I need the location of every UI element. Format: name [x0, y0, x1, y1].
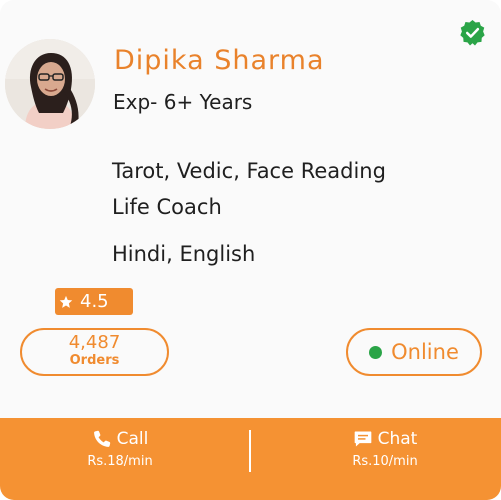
languages-text: Hindi, English [112, 242, 256, 266]
role-text: Life Coach [112, 195, 222, 219]
rating-badge: 4.5 [55, 288, 133, 315]
chat-price: Rs.10/min [352, 454, 418, 469]
chat-button[interactable]: Chat Rs.10/min [285, 426, 485, 469]
action-bar: Call Rs.18/min Chat Rs.10/min [0, 418, 501, 500]
call-label: Call [116, 429, 149, 449]
online-status-pill: Online [346, 328, 482, 376]
orders-count: 4,487 [68, 332, 121, 353]
call-button[interactable]: Call Rs.18/min [20, 426, 220, 469]
chat-bubble-icon [354, 431, 371, 447]
skills-text: Tarot, Vedic, Face Reading [112, 159, 386, 183]
orders-label: Orders [69, 353, 120, 368]
astrologer-card[interactable]: Dipika Sharma Exp- 6+ Years Tarot, Vedic… [0, 0, 501, 500]
avatar[interactable] [5, 39, 95, 129]
astrologer-name: Dipika Sharma [114, 45, 325, 76]
experience-text: Exp- 6+ Years [113, 90, 253, 114]
star-icon [59, 295, 73, 308]
rating-value: 4.5 [80, 291, 109, 312]
action-divider [249, 430, 251, 472]
online-dot-icon [369, 345, 383, 359]
online-status-label: Online [391, 340, 459, 364]
chat-label: Chat [377, 429, 418, 449]
verified-badge-icon [460, 19, 485, 46]
orders-pill: 4,487 Orders [20, 328, 169, 376]
phone-icon [93, 430, 110, 447]
call-price: Rs.18/min [87, 454, 153, 469]
